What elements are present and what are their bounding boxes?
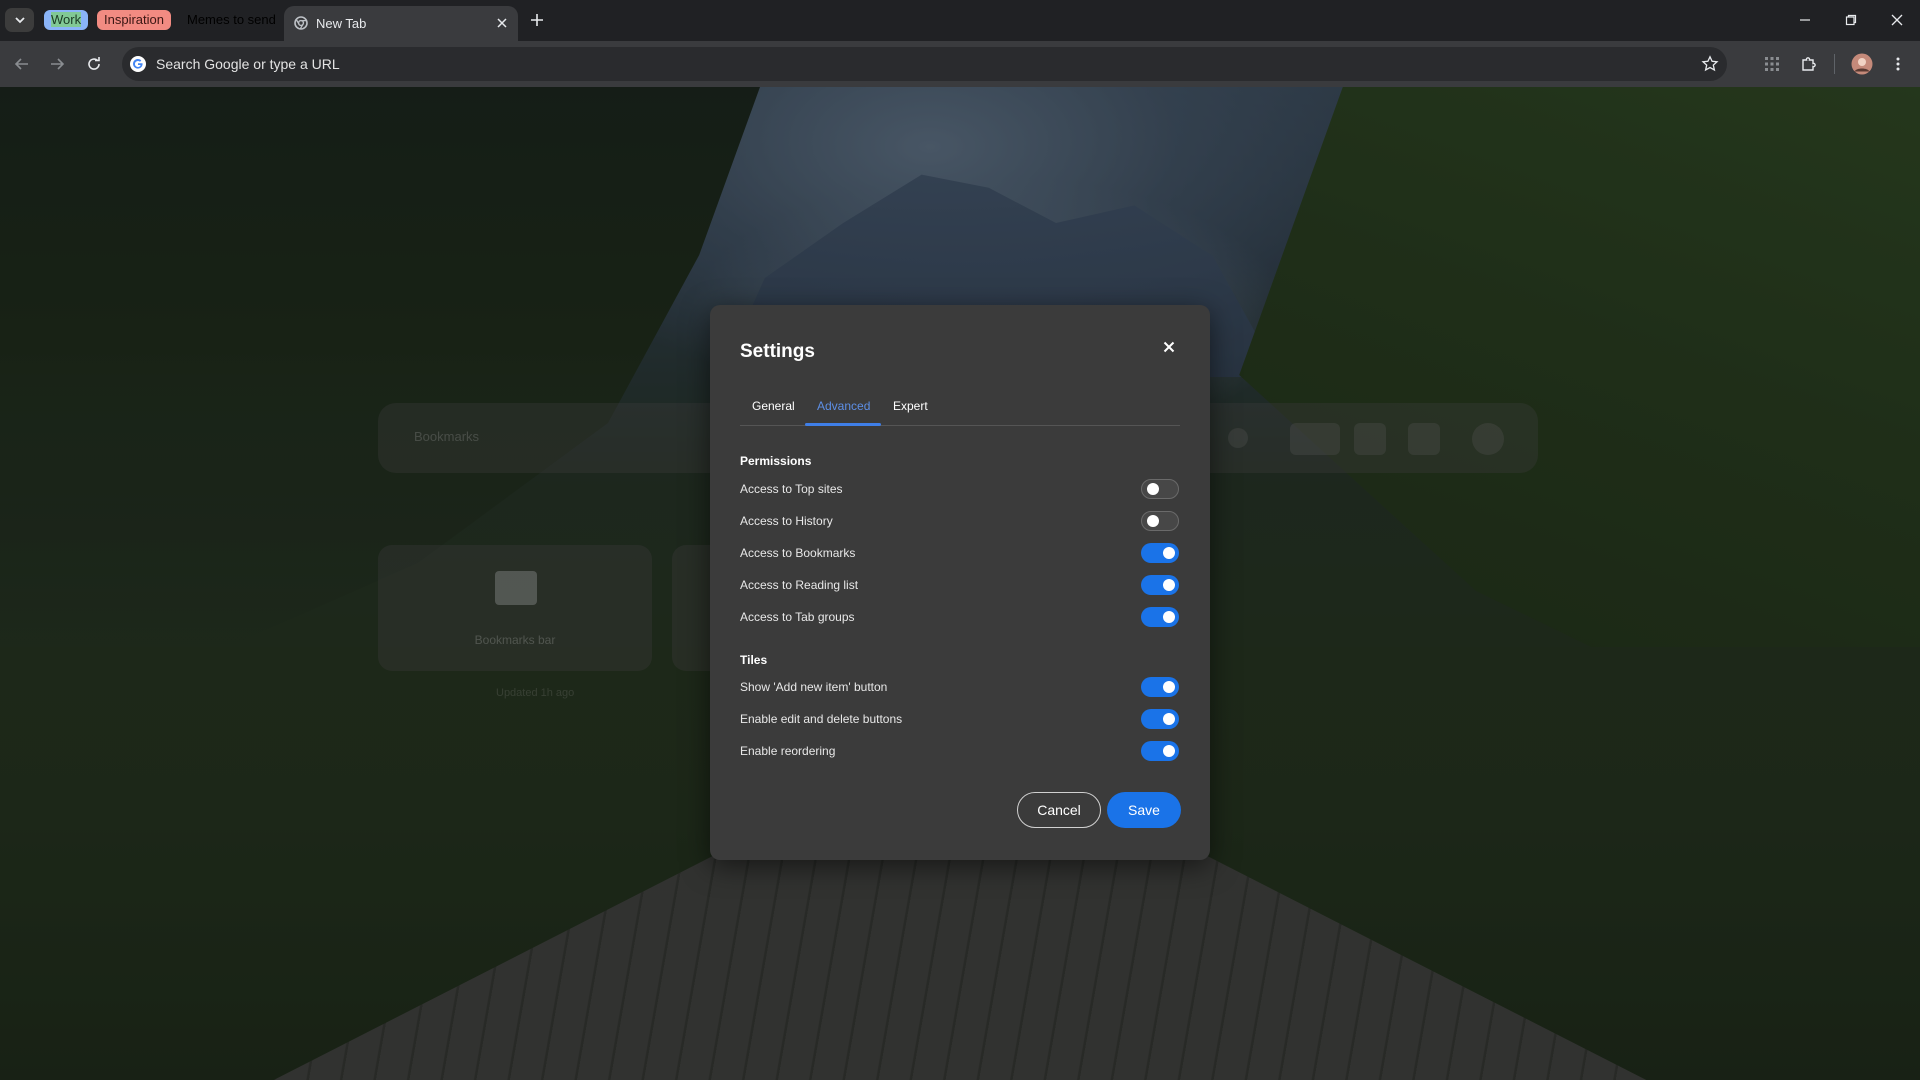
apps-button[interactable] — [1758, 50, 1786, 78]
close-window-button[interactable] — [1882, 7, 1912, 33]
toggle-tab-groups[interactable] — [1141, 607, 1179, 627]
tab-group-label: Work — [51, 12, 82, 27]
toggle-history[interactable] — [1141, 511, 1179, 531]
toggle-reordering[interactable] — [1141, 741, 1179, 761]
section-title-tiles: Tiles — [740, 653, 768, 667]
toggle-edit-delete[interactable] — [1141, 709, 1179, 729]
restore-icon — [1845, 14, 1857, 26]
toggle-add-new-item[interactable] — [1141, 677, 1179, 697]
tab-expert[interactable]: Expert — [893, 399, 928, 413]
apps-grid-icon — [1765, 57, 1779, 71]
setting-label-edit-delete: Enable edit and delete buttons — [740, 712, 903, 726]
toggle-knob — [1163, 713, 1175, 725]
toggle-bookmarks[interactable] — [1141, 543, 1179, 563]
tab-strip: Work Inspiration Memes to send New Tab — [0, 0, 1920, 41]
tab-group-inspiration[interactable]: Inspiration — [97, 10, 171, 30]
star-icon[interactable] — [1701, 55, 1719, 73]
omnibox[interactable]: Search Google or type a URL — [122, 47, 1727, 81]
save-button[interactable]: Save — [1107, 792, 1181, 828]
active-tab-indicator — [805, 423, 881, 426]
chevron-down-icon — [14, 17, 25, 24]
chrome-icon — [294, 16, 308, 30]
settings-tabs: General Advanced Expert — [740, 393, 1180, 426]
dialog-title: Settings — [740, 341, 815, 362]
setting-label-top-sites: Access to Top sites — [740, 482, 843, 496]
close-icon — [1163, 341, 1175, 353]
tab-title: New Tab — [316, 16, 367, 31]
close-tab-button[interactable] — [494, 15, 510, 31]
setting-label-tab-groups: Access to Tab groups — [740, 610, 855, 624]
cancel-button[interactable]: Cancel — [1017, 792, 1101, 828]
forward-button[interactable] — [43, 50, 71, 78]
tab-group-label: Inspiration — [104, 12, 164, 27]
tab-search-button[interactable] — [5, 8, 34, 32]
new-tab-button[interactable] — [527, 10, 547, 30]
toggle-knob — [1163, 547, 1175, 559]
tab-new-tab[interactable]: New Tab — [284, 6, 518, 41]
close-dialog-button[interactable] — [1158, 336, 1180, 358]
setting-label-history: Access to History — [740, 514, 833, 528]
puzzle-icon — [1802, 57, 1816, 71]
menu-button[interactable] — [1884, 50, 1912, 78]
toggle-reading-list[interactable] — [1141, 575, 1179, 595]
toggle-knob — [1147, 515, 1159, 527]
tab-group-label: Memes to send — [187, 12, 276, 27]
tab-group-work[interactable]: Work — [44, 10, 89, 30]
google-icon — [130, 56, 146, 72]
setting-label-bookmarks: Access to Bookmarks — [740, 546, 856, 560]
minimize-button[interactable] — [1790, 7, 1820, 33]
toggle-knob — [1147, 483, 1159, 495]
toggle-knob — [1163, 579, 1175, 591]
setting-label-add-new-item: Show 'Add new item' button — [740, 680, 888, 694]
reload-button[interactable] — [80, 50, 108, 78]
toggle-knob — [1163, 745, 1175, 757]
tab-general[interactable]: General — [752, 399, 795, 413]
minimize-icon — [1800, 19, 1810, 21]
omnibox-placeholder: Search Google or type a URL — [156, 56, 340, 72]
arrow-left-icon — [14, 58, 28, 70]
restore-button[interactable] — [1836, 7, 1866, 33]
section-title-permissions: Permissions — [740, 454, 812, 468]
plus-icon — [531, 14, 543, 26]
arrow-right-icon — [51, 58, 65, 70]
tab-group-memes[interactable]: Memes to send — [180, 10, 283, 30]
avatar — [1851, 53, 1873, 75]
extensions-button[interactable] — [1795, 50, 1823, 78]
setting-label-reordering: Enable reordering — [740, 744, 836, 758]
profile-button[interactable] — [1848, 50, 1876, 78]
close-icon — [497, 18, 507, 28]
browser-toolbar: Search Google or type a URL — [0, 41, 1920, 87]
toggle-top-sites[interactable] — [1141, 479, 1179, 499]
close-icon — [1891, 14, 1903, 26]
reload-icon — [88, 57, 100, 70]
toggle-knob — [1163, 611, 1175, 623]
toggle-knob — [1163, 681, 1175, 693]
toolbar-divider — [1834, 54, 1835, 74]
back-button[interactable] — [8, 50, 36, 78]
tab-advanced[interactable]: Advanced — [817, 399, 870, 413]
settings-dialog: Settings General Advanced Expert Permiss… — [710, 305, 1210, 860]
more-vert-icon — [1896, 57, 1900, 71]
setting-label-reading-list: Access to Reading list — [740, 578, 859, 592]
